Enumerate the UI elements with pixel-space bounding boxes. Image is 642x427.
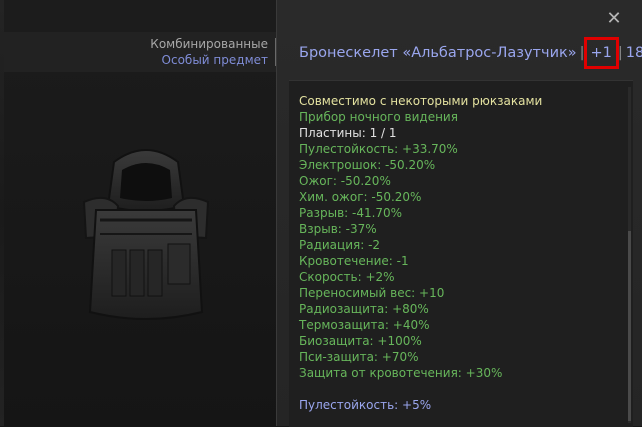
stat-row: Скорость: +2% — [299, 270, 395, 284]
stat-row: Термозащита: +40% — [299, 318, 430, 332]
stat-row: Защита от кровотечения: +30% — [299, 366, 503, 380]
stat-row: Пси-защита: +70% — [299, 350, 419, 364]
close-icon[interactable]: ✕ — [605, 10, 623, 28]
stat-row: Кровотечение: -1 — [299, 254, 409, 268]
item-tooltip-panel: ✕ Бронескелет «Альбатрос-Лазутчик» | +1 | 18… — [276, 0, 642, 427]
upgrade-level-badge: +1 — [583, 37, 619, 69]
stat-list: Совместимо с некоторыми рюкзаками Прибор… — [299, 93, 542, 413]
backpack-compat: Совместимо с некоторыми рюкзаками — [299, 94, 543, 108]
upgrade-bonus: Пулестойкость: +5% — [299, 398, 432, 412]
plates-count: Пластины: 1 / 1 — [299, 126, 397, 140]
stat-row: Радиация: -2 — [299, 238, 381, 252]
armor-image — [82, 149, 210, 320]
scrollbar-thumb[interactable] — [628, 231, 631, 421]
category-subtype: Особый предмет — [161, 53, 268, 67]
category-text: Комбинированные Особый предмет — [150, 36, 268, 68]
stat-row: Ожог: -50.20% — [299, 174, 391, 188]
stat-row: Разрыв: -41.70% — [299, 206, 403, 220]
stat-row: Биозащита: +100% — [299, 334, 422, 348]
stat-row: Электрошок: -50.20% — [299, 158, 436, 172]
title-separator-1: | — [579, 45, 585, 61]
item-category-bar: Комбинированные Особый предмет — [4, 32, 276, 72]
item-value: 187 — [625, 45, 642, 61]
stat-row: Радиозащита: +80% — [299, 302, 429, 316]
item-title-row: Бронескелет «Альбатрос-Лазутчик»|+1|187 — [299, 37, 642, 69]
category-type: Комбинированные — [150, 37, 268, 51]
stat-row: Переносимый вес: +10 — [299, 286, 445, 300]
night-vision: Прибор ночного видения — [299, 110, 458, 124]
stat-row: Хим. ожог: -50.20% — [299, 190, 422, 204]
title-separator-2: | — [617, 45, 623, 61]
stats-box: Совместимо с некоторыми рюкзаками Прибор… — [289, 80, 633, 427]
stat-row: Взрыв: -37% — [299, 222, 377, 236]
stat-row: Пулестойкость: +33.70% — [299, 142, 458, 156]
item-name: Бронескелет «Альбатрос-Лазутчик» — [299, 45, 577, 61]
